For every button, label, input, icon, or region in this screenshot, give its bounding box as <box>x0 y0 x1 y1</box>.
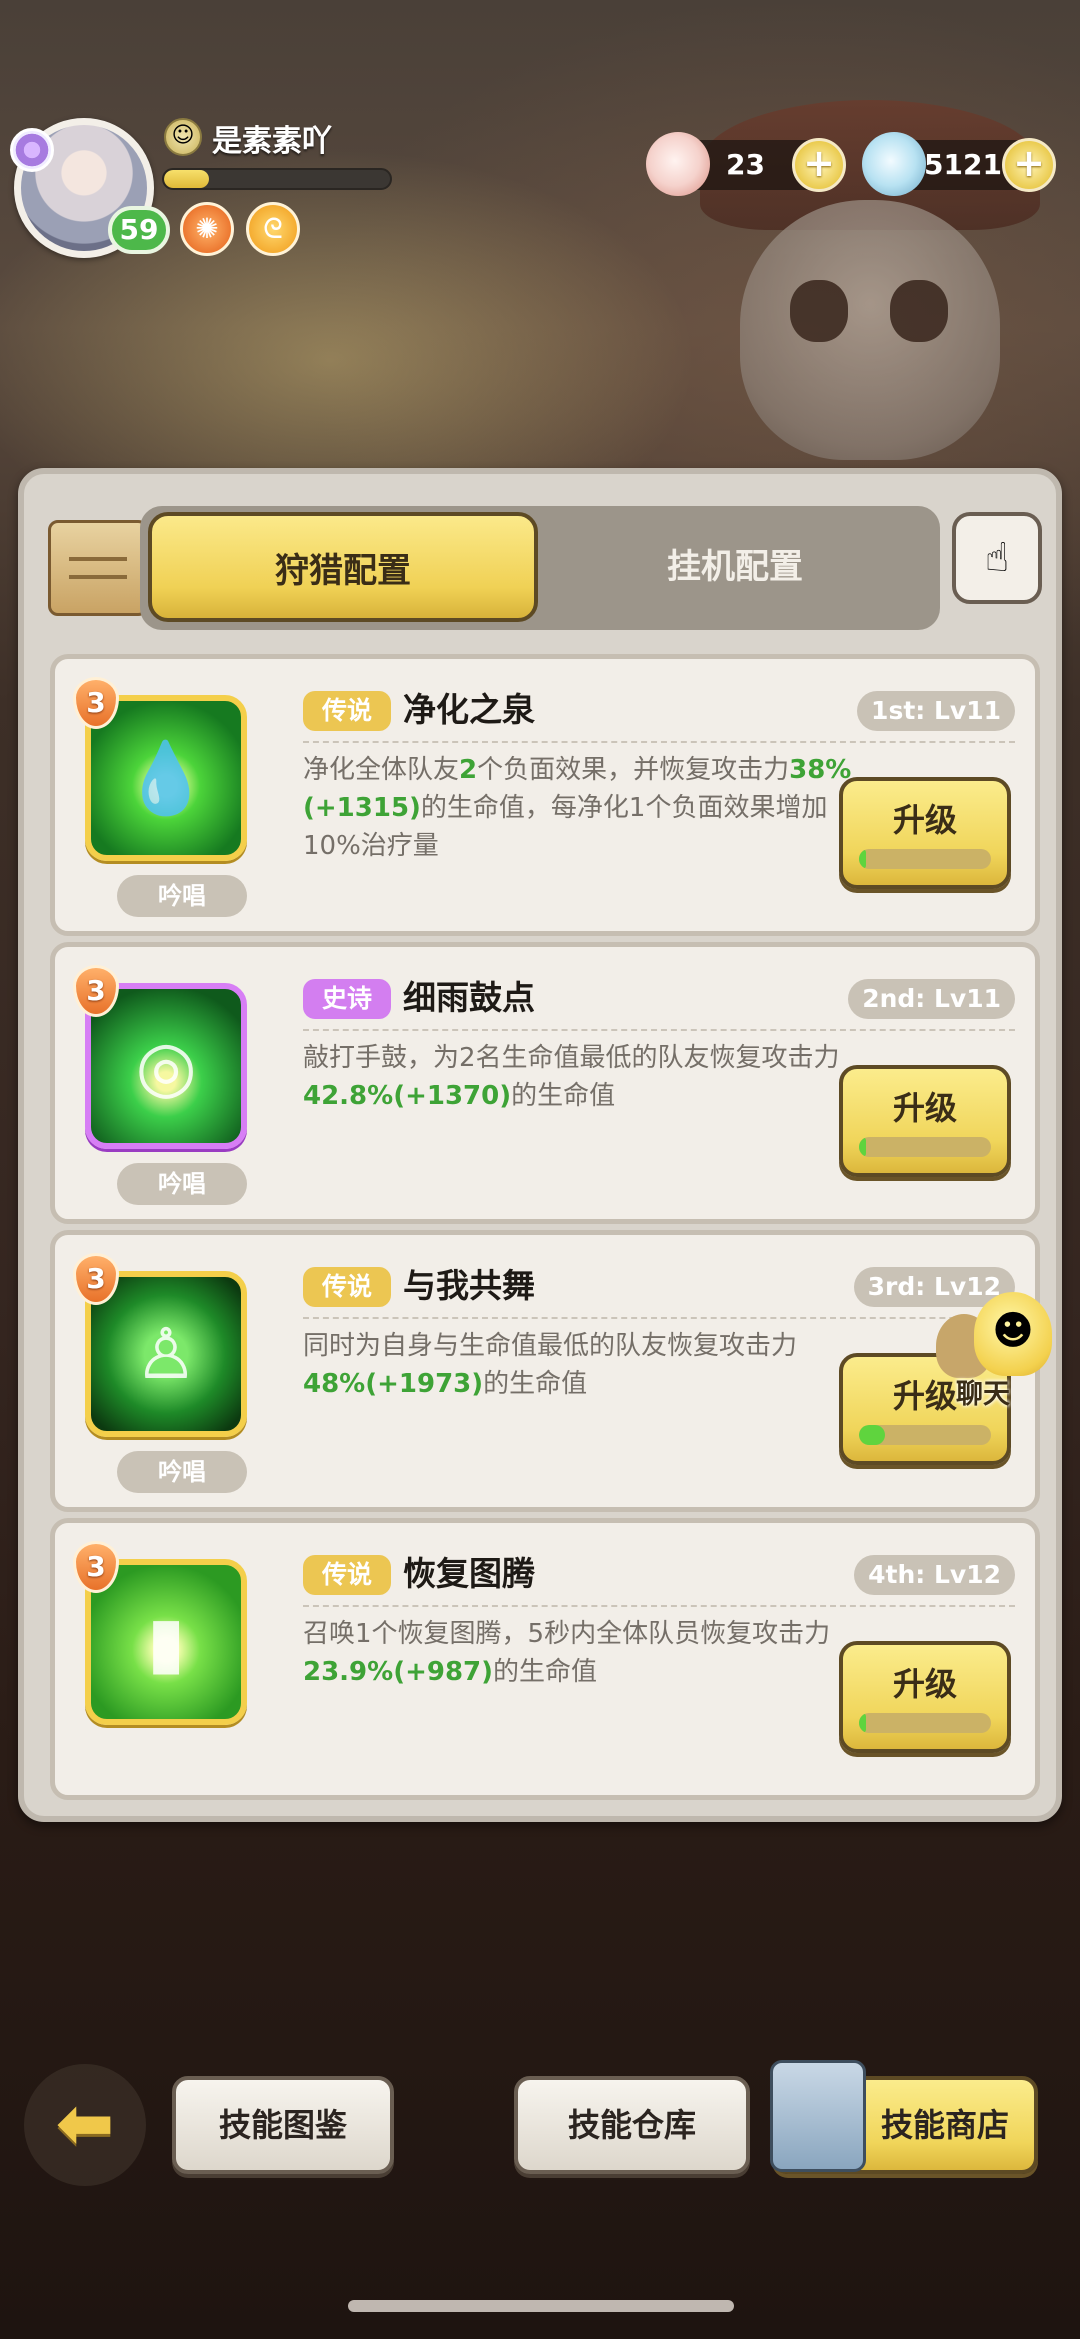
skill-glyph: ▮ <box>146 1601 186 1683</box>
skill-description: 敲打手鼓，为2名生命值最低的队友恢复攻击力 42.8%(+1370)的生命值 <box>303 1039 853 1115</box>
skill-description: 净化全体队友2个负面效果，并恢复攻击力38%(+1315)的生命值，每净化1个负… <box>303 751 853 865</box>
skill-card[interactable]: 💧 3 吟唱 传说 净化之泉 1st: Lv11 净化全体队友2个负面效果，并恢… <box>50 654 1040 936</box>
desc-highlight: 42.8%(+1370) <box>303 1081 512 1111</box>
upgrade-progress-fill <box>859 849 866 869</box>
skill-description: 同时为自身与生命值最低的队友恢复攻击力 48%(+1973)的生命值 <box>303 1327 853 1403</box>
rarity-tag: 传说 <box>303 1267 391 1307</box>
desc-text: 的生命值 <box>483 1369 588 1399</box>
divider <box>303 1029 1015 1031</box>
pearl-currency: 51215 + <box>862 132 1056 196</box>
shell-currency: 23 + <box>646 132 846 196</box>
desc-text: 的生命值 <box>511 1081 616 1111</box>
pearl-icon <box>862 132 926 196</box>
upgrade-label: 升级 <box>892 1089 957 1127</box>
config-tabs: 狩猎配置 挂机配置 <box>140 506 940 630</box>
divider <box>303 1317 1015 1319</box>
skill-glyph: ♙ <box>134 1313 198 1395</box>
desc-text: 敲打手鼓，为2名生命值最低的队友恢复攻击力 <box>303 1043 840 1073</box>
upgrade-progress-fill <box>859 1137 866 1157</box>
rarity-tag: 史诗 <box>303 979 391 1019</box>
cast-type-tag: 吟唱 <box>117 1163 247 1205</box>
desc-text: 个负面效果，并恢复攻击力 <box>477 755 790 785</box>
upgrade-button[interactable]: 升级 <box>839 1065 1011 1177</box>
chat-button[interactable]: ☻ 聊天 <box>936 1292 1066 1412</box>
buff-icon-fire[interactable]: ✺ <box>180 202 234 256</box>
skill-catalog-button[interactable]: 技能图鉴 <box>172 2076 394 2174</box>
player-avatar[interactable]: 59 <box>10 118 170 258</box>
rarity-tag: 传说 <box>303 1555 391 1595</box>
skill-glyph: 💧 <box>122 737 210 819</box>
add-pearl-button[interactable]: + <box>1002 138 1056 192</box>
xp-bar <box>162 168 392 190</box>
upgrade-progress-bar <box>859 1137 991 1157</box>
avatar-frame-badge-icon <box>10 128 54 172</box>
skill-name: 细雨鼓点 <box>403 978 535 1017</box>
skill-name: 恢复图腾 <box>403 1554 535 1593</box>
skill-description: 召唤1个恢复图腾，5秒内全体队员恢复攻击力 23.9%(+987)的生命值 <box>303 1615 853 1691</box>
upgrade-button[interactable]: 升级 <box>839 777 1011 889</box>
desc-highlight: 48%(+1973) <box>303 1369 484 1399</box>
upgrade-progress-fill <box>859 1713 866 1733</box>
tab-idle-config[interactable]: 挂机配置 <box>540 512 930 622</box>
upgrade-label: 升级 <box>892 1665 957 1703</box>
desc-text: 召唤1个恢复图腾，5秒内全体队员恢复攻击力 <box>303 1619 831 1649</box>
title-emblem-icon: ☺ <box>164 118 202 156</box>
chat-smiley-icon: ☻ <box>974 1292 1052 1376</box>
cast-type-tag: 吟唱 <box>117 1451 247 1493</box>
upgrade-progress-fill <box>859 1425 886 1445</box>
rank-tag: 2nd: Lv11 <box>848 979 1015 1019</box>
back-arrow-icon: ⬅ <box>55 2082 115 2164</box>
skill-name: 与我共舞 <box>403 1266 535 1305</box>
skill-glyph: ◎ <box>135 1025 197 1107</box>
shop-icon <box>770 2060 866 2172</box>
add-shell-button[interactable]: + <box>792 138 846 192</box>
tab-hunt-config[interactable]: 狩猎配置 <box>148 512 538 622</box>
upgrade-button[interactable]: 升级 <box>839 1641 1011 1753</box>
upgrade-label: 升级 <box>892 801 957 839</box>
buff-icon-swirl[interactable]: ᘓ <box>246 202 300 256</box>
skill-card[interactable]: ◎ 3 吟唱 史诗 细雨鼓点 2nd: Lv11 敲打手鼓，为2名生命值最低的队… <box>50 942 1040 1224</box>
desc-text: 的生命值 <box>493 1657 598 1687</box>
player-level: 59 <box>108 206 170 254</box>
back-button[interactable]: ⬅ <box>24 2064 146 2186</box>
shell-icon <box>646 132 710 196</box>
cast-type-tag: 吟唱 <box>117 875 247 917</box>
rarity-tag: 传说 <box>303 691 391 731</box>
upgrade-progress-bar <box>859 1713 991 1733</box>
upgrade-progress-bar <box>859 1425 991 1445</box>
desc-text: 净化全体队友 <box>303 755 460 785</box>
skill-name: 净化之泉 <box>403 690 535 729</box>
skull-decoration <box>740 200 1000 460</box>
desc-text: 同时为自身与生命值最低的队友恢复攻击力 <box>303 1331 798 1361</box>
player-name: 是素素吖 <box>212 124 332 159</box>
skill-shop-label: 技能商店 <box>880 2106 1009 2144</box>
skill-shop-button[interactable]: 技能商店 <box>770 2060 1038 2174</box>
desc-highlight: 2 <box>459 755 478 785</box>
home-indicator[interactable] <box>348 2300 734 2312</box>
divider <box>303 1605 1015 1607</box>
chat-label: 聊天 <box>956 1379 1010 1410</box>
upgrade-progress-bar <box>859 849 991 869</box>
skill-card[interactable]: ♙ 3 吟唱 传说 与我共舞 3rd: Lv12 同时为自身与生命值最低的队友恢… <box>50 1230 1040 1512</box>
skill-config-panel: 狩猎配置 挂机配置 ☝ 💧 3 吟唱 传说 净化之泉 1st: Lv11 净化全… <box>18 468 1062 1822</box>
skill-card[interactable]: ▮ 3 传说 恢复图腾 4th: Lv12 召唤1个恢复图腾，5秒内全体队员恢复… <box>50 1518 1040 1800</box>
xp-fill <box>164 170 210 188</box>
shell-count: 23 <box>726 148 765 181</box>
skill-warehouse-button[interactable]: 技能仓库 <box>514 2076 750 2174</box>
scroll-icon[interactable] <box>48 520 148 616</box>
rank-tag: 1st: Lv11 <box>857 691 1015 731</box>
tap-hand-icon[interactable]: ☝ <box>952 512 1042 604</box>
rank-tag: 4th: Lv12 <box>854 1555 1015 1595</box>
divider <box>303 741 1015 743</box>
desc-highlight: 23.9%(+987) <box>303 1657 494 1687</box>
